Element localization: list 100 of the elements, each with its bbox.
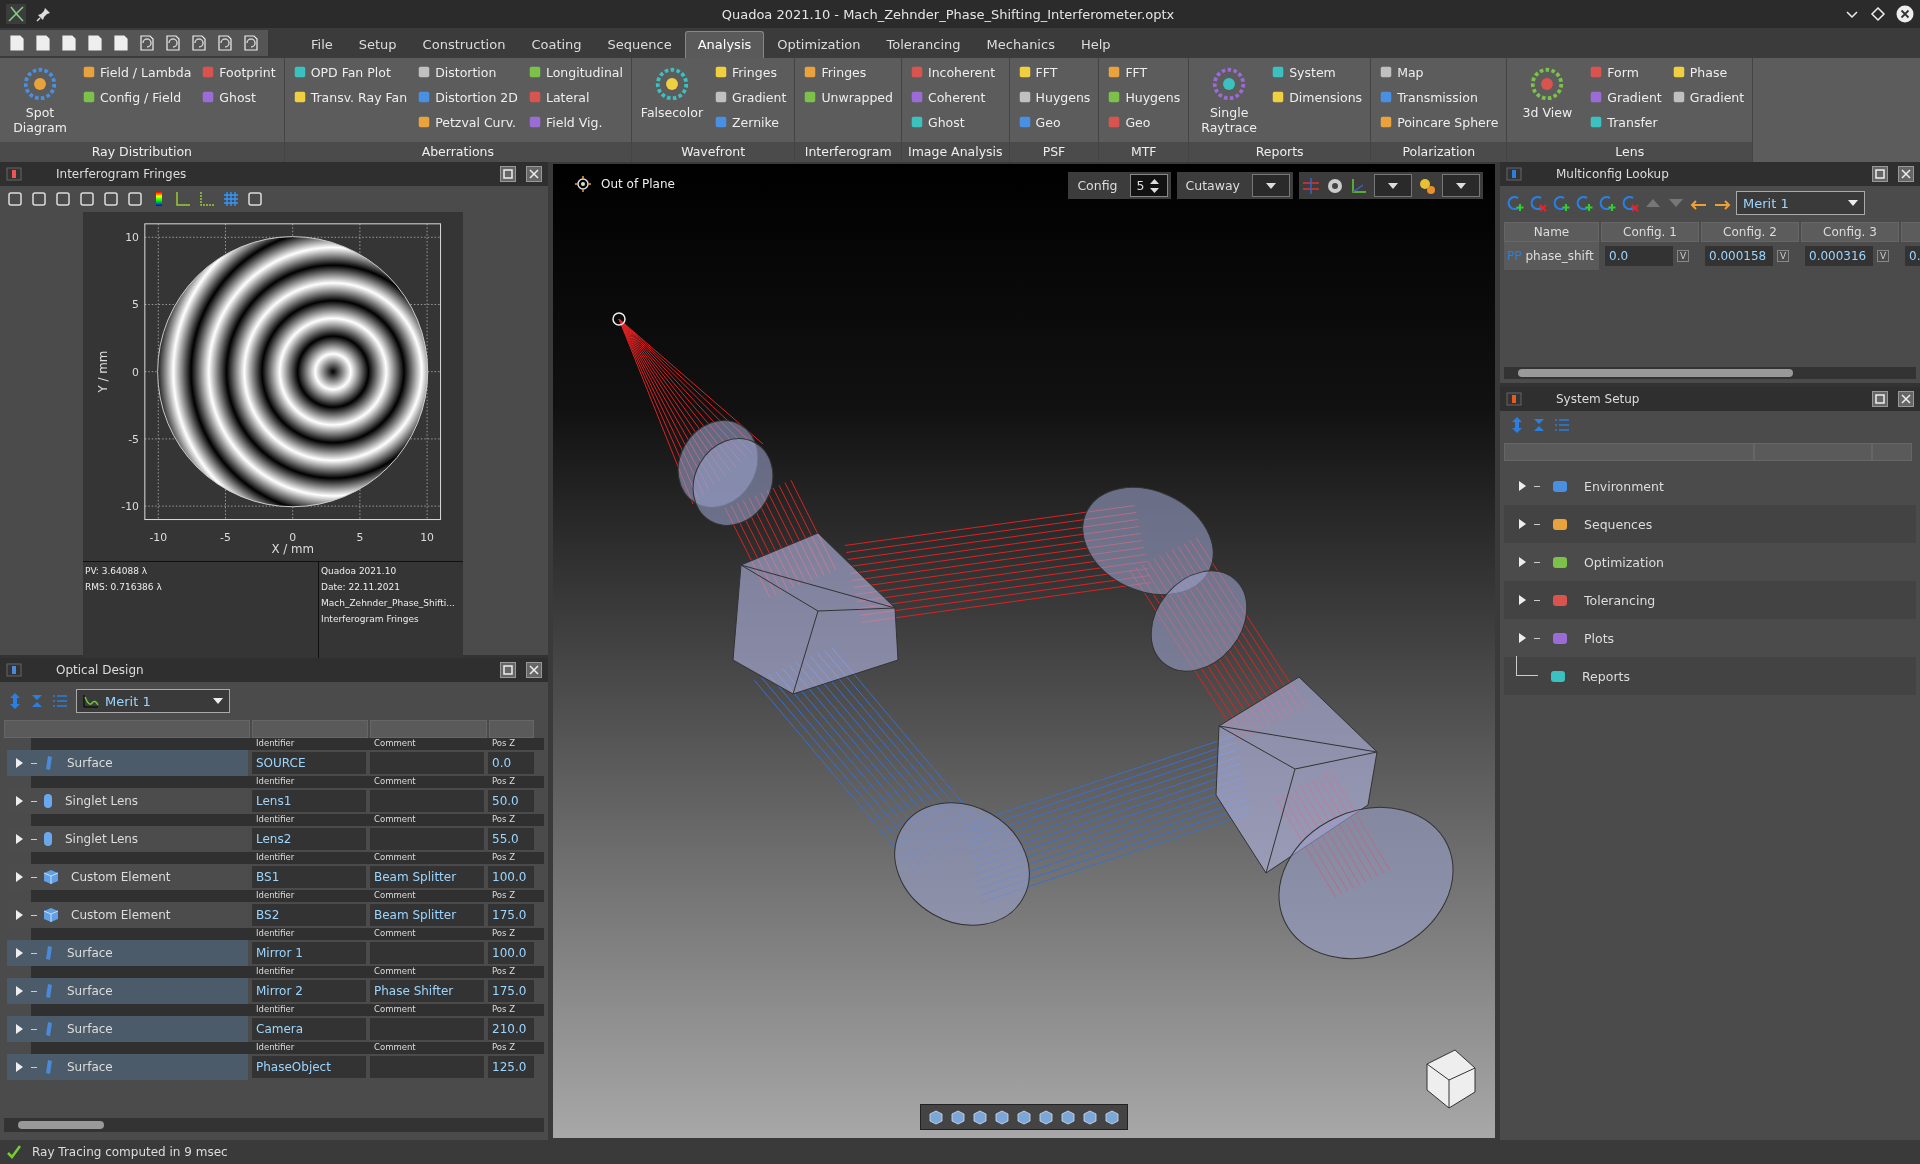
input-field[interactable]: 55.0 [488,828,534,850]
input-field[interactable]: Lens1 [252,790,366,812]
ribbon-button[interactable]: Falsecolor [639,61,704,142]
aperture-icon[interactable] [1326,176,1344,195]
maximize-icon[interactable] [500,166,516,182]
input-field[interactable]: 100.0 [488,942,534,964]
ribbon-button[interactable]: Single Raytrace [1197,61,1262,142]
input-field[interactable]: BS2 [252,904,366,926]
ribbon-button[interactable]: Footprint [201,61,276,83]
ribbon-button[interactable]: Huygens [1107,86,1181,108]
merit-dropdown[interactable]: Merit 1 [76,689,230,713]
cube-view-dropdown[interactable] [1442,174,1480,197]
tree-item[interactable]: Sequences [1504,505,1916,543]
menu-tab[interactable]: Optimization [764,31,874,58]
ribbon-button[interactable]: Gradient [713,86,787,108]
menu-tab[interactable]: Analysis [684,31,765,58]
input-field[interactable] [370,1056,484,1078]
input-field[interactable]: 0.000316 [1805,246,1873,266]
ribbon-button[interactable]: Coherent [909,86,996,108]
expand-arrow-icon[interactable] [15,909,25,921]
input-field[interactable]: 0.000158 [1705,246,1773,266]
menu-tab[interactable]: File [298,31,346,58]
menu-tab[interactable]: Sequence [594,31,685,58]
input-field[interactable] [370,828,484,850]
tree-item[interactable]: Environment [1504,467,1916,505]
input-field[interactable]: Lens2 [252,828,366,850]
input-field[interactable]: 175.0 [488,980,534,1002]
expand-arrow-icon[interactable] [1518,556,1528,568]
expand-arrow-icon[interactable] [15,833,25,845]
ribbon-button[interactable]: Huygens [1017,86,1091,108]
ribbon-button[interactable]: Transfer [1589,111,1662,133]
input-field[interactable] [370,1018,484,1040]
pin-icon[interactable] [36,6,52,22]
grid-icon[interactable] [222,190,240,208]
ribbon-button[interactable]: Fringes [803,61,893,83]
expand-arrow-icon[interactable] [1518,594,1528,606]
ribbon-button[interactable]: Gradient [1671,86,1745,108]
merit-dropdown[interactable]: Merit 1 [1736,191,1865,215]
tree-item[interactable]: Reports [1504,657,1916,695]
tree-item[interactable]: Plots [1504,619,1916,657]
ribbon-button[interactable]: Spot Diagram [8,61,72,142]
ribbon-button[interactable]: Field / Lambda [82,61,192,83]
menu-tab[interactable]: Coating [518,31,595,58]
input-field[interactable]: 50.0 [488,790,534,812]
ribbon-button[interactable]: Geo [1107,111,1181,133]
new-document-icon[interactable] [8,34,26,52]
line-style-dropdown[interactable] [1374,174,1412,197]
ribbon-button[interactable]: Unwrapped [803,86,893,108]
ribbon-button[interactable]: Config / Field [82,86,192,108]
axes-icon[interactable] [1350,176,1368,195]
input-field[interactable]: 125.0 [488,1056,534,1078]
ribbon-button[interactable]: Gradient [1589,86,1662,108]
variable-toggle[interactable]: V [1677,250,1690,262]
target-icon[interactable] [575,176,591,192]
input-field[interactable]: 0. [1905,246,1920,266]
input-field[interactable]: Mirror 1 [252,942,366,964]
ribbon-button[interactable]: Poincare Sphere [1379,111,1499,133]
ribbon-button[interactable]: Transmission [1379,86,1499,108]
tree-item[interactable]: Surface [7,1016,248,1042]
maximize-icon[interactable] [1872,166,1888,182]
input-field[interactable]: 100.0 [488,866,534,888]
variable-toggle[interactable]: V [1777,250,1790,262]
fit-view-icon[interactable] [927,1108,945,1126]
cutaway-dropdown[interactable] [1252,174,1290,197]
ribbon-button[interactable]: Zernike [713,111,787,133]
tree-item[interactable]: Surface [7,1054,248,1080]
expand-arrow-icon[interactable] [1518,632,1528,644]
add-config-icon[interactable] [1506,194,1524,212]
variable-toggle[interactable]: V [1877,250,1890,262]
close-icon[interactable] [1896,5,1914,23]
ribbon-button[interactable]: Ghost [909,111,996,133]
tree-item[interactable]: Optimization [1504,543,1916,581]
ribbon-button[interactable]: Field Vig. [527,111,623,133]
ribbon-button[interactable]: Dimensions [1271,86,1363,108]
ribbon-button[interactable]: Distortion 2D [417,86,518,108]
expand-arrow-icon[interactable] [15,795,25,807]
input-field[interactable]: SOURCE [252,752,366,774]
ribbon-button[interactable]: Map [1379,61,1499,83]
ribbon-button[interactable]: Incoherent [909,61,996,83]
scrollbar[interactable] [4,1118,544,1132]
tree-item[interactable]: Surface [7,940,248,966]
expand-arrow-icon[interactable] [15,757,25,769]
menu-tab[interactable]: Help [1067,31,1124,58]
ribbon-button[interactable]: OPD Fan Plot [292,61,408,83]
expand-arrow-icon[interactable] [1518,480,1528,492]
scrollbar[interactable] [1504,367,1916,379]
tree-item[interactable]: Surface [7,750,248,776]
expand-arrow-icon[interactable] [15,1023,25,1035]
input-field[interactable]: BS1 [252,866,366,888]
ribbon-button[interactable]: System [1271,61,1363,83]
ribbon-button[interactable]: 3d View [1515,61,1580,142]
tree-item[interactable]: Surface [7,978,248,1004]
ribbon-button[interactable]: Fringes [713,61,787,83]
tree-item[interactable]: Tolerancing [1504,581,1916,619]
input-field[interactable]: Beam Splitter [370,904,484,926]
menu-tab[interactable]: Tolerancing [873,31,974,58]
menu-tab[interactable]: Construction [409,31,519,58]
ribbon-button[interactable]: Longitudinal [527,61,623,83]
maximize-icon[interactable] [500,662,516,678]
gears-icon[interactable] [1418,176,1436,195]
